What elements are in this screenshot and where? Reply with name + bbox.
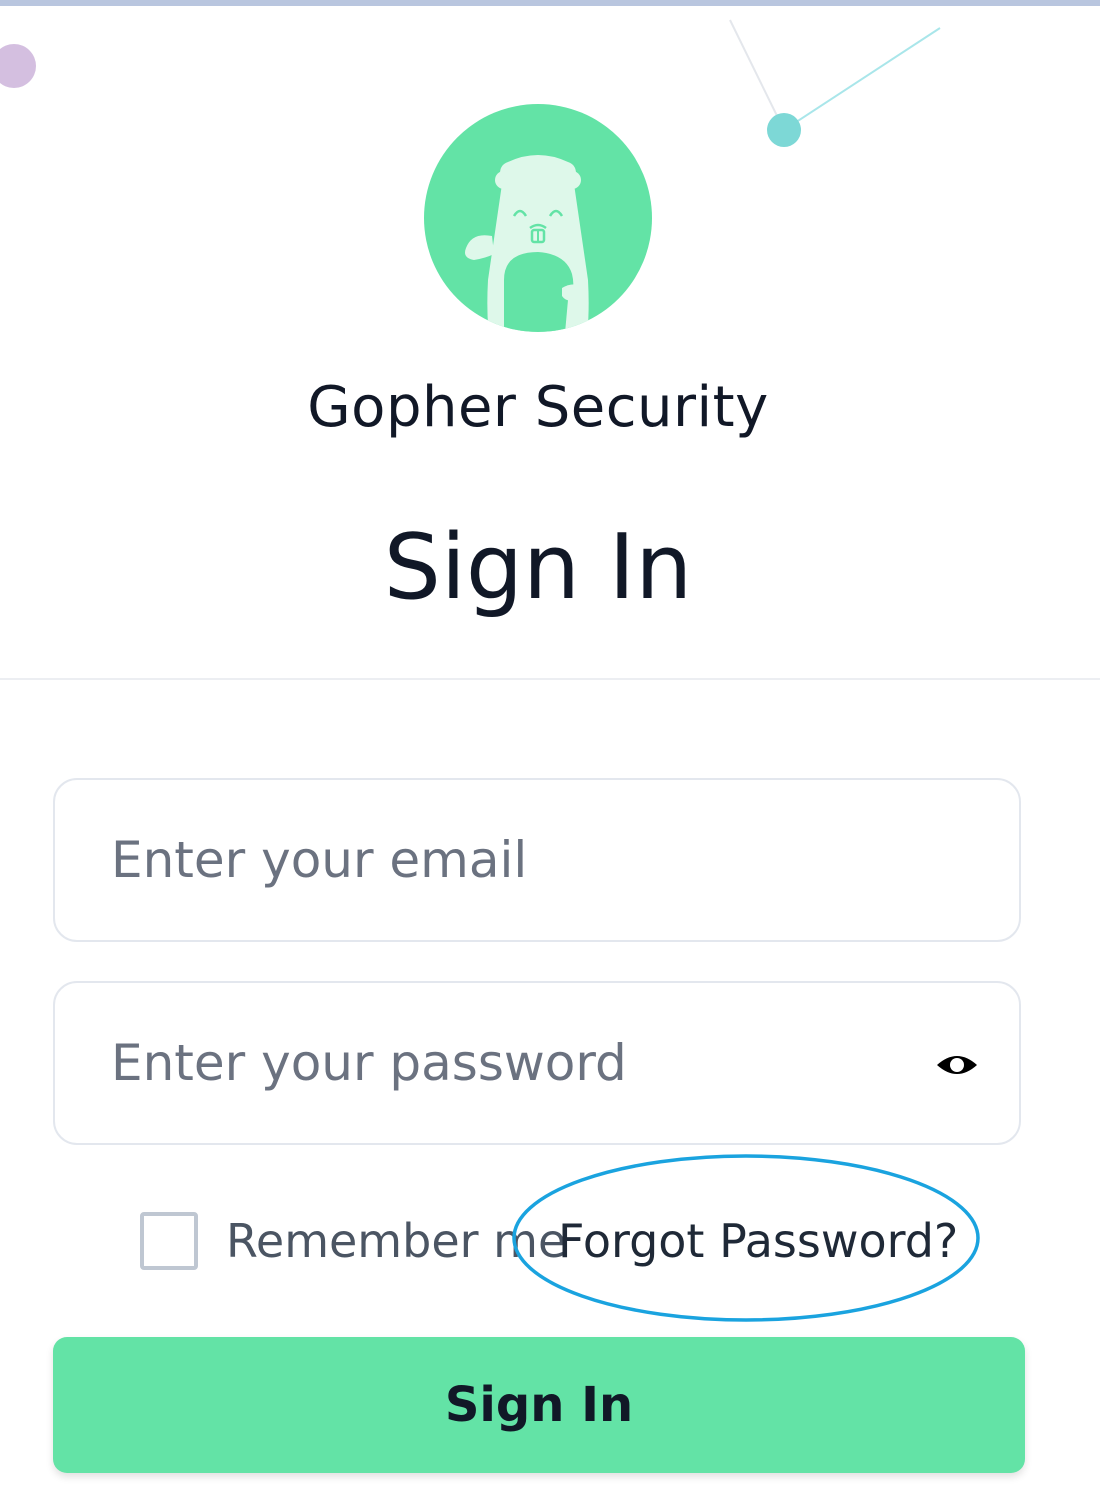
forgot-password-link[interactable]: Forgot Password?	[558, 1214, 958, 1268]
eye-icon[interactable]	[935, 1043, 979, 1087]
remember-me-label: Remember me	[226, 1214, 567, 1268]
email-field[interactable]	[111, 780, 911, 940]
brand-name: Gopher Security	[307, 375, 769, 440]
gopher-mascot-icon	[424, 104, 652, 332]
email-field-container	[53, 778, 1021, 942]
password-field-container	[53, 981, 1021, 1145]
sign-in-button[interactable]: Sign In	[53, 1337, 1025, 1473]
password-field[interactable]	[111, 983, 911, 1143]
header-divider	[0, 678, 1100, 680]
remember-me-checkbox[interactable]	[140, 1212, 198, 1270]
page-title: Sign In	[383, 515, 693, 620]
sign-in-page: Gopher Security Sign In Remember me Forg…	[0, 0, 1100, 1499]
